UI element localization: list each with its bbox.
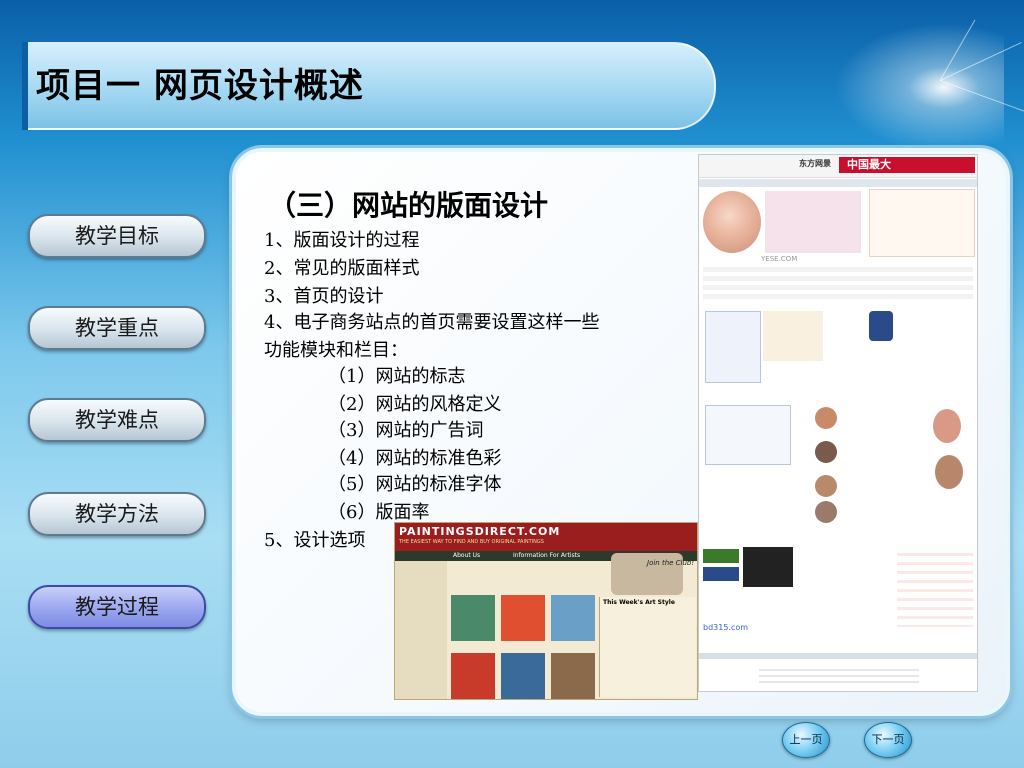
page-title: 项目一 网页设计概述 (36, 66, 364, 106)
content-line: 3、首页的设计 (264, 286, 384, 307)
avatar (933, 409, 961, 443)
nav-teaching-process-button[interactable]: 教学过程 (28, 585, 206, 629)
content-line: （1）网站的标志 (328, 366, 466, 387)
nav-teaching-methods-button[interactable]: 教学方法 (28, 492, 206, 536)
news-list (897, 547, 973, 627)
site-banner: 中国最大 (839, 157, 975, 173)
content-line: （5）网站的标准字体 (328, 474, 502, 495)
menu-about[interactable]: About Us (453, 552, 480, 559)
painting-thumb (551, 595, 595, 641)
site-tagline: THE EASIEST WAY TO FIND AND BUY ORIGINAL… (399, 539, 544, 545)
nav-difficult-points-button[interactable]: 教学难点 (28, 398, 206, 442)
promo-box (765, 191, 861, 253)
login-box (705, 311, 761, 383)
content-line: 1、版面设计的过程 (264, 230, 420, 251)
site-footer-bar (699, 653, 977, 659)
painting-thumb (451, 653, 495, 699)
website-screenshot-left: PAINTINGSDIRECT.COM THE EASIEST WAY TO F… (394, 522, 698, 700)
section-heading: （三）网站的版面设计 (268, 189, 549, 222)
painting-thumb (451, 595, 495, 641)
link-list (703, 267, 973, 303)
photo-thumb (743, 547, 793, 587)
menu-info[interactable]: Information For Artists (513, 552, 580, 559)
site-brand: 东方网景 (799, 159, 831, 168)
content-line: （3）网站的广告词 (328, 420, 484, 441)
painting-thumb (501, 653, 545, 699)
flowers-image (763, 311, 823, 361)
prev-page-button[interactable]: 上一页 (782, 722, 830, 758)
mother-photo (703, 191, 761, 253)
site-logo: PAINTINGSDIRECT.COM (399, 525, 561, 538)
site-header: 东方网景 中国最大 (699, 155, 977, 178)
news-heading: This Week's Art Style (603, 599, 675, 606)
site-header: PAINTINGSDIRECT.COM THE EASIEST WAY TO F… (395, 523, 697, 551)
site-nav (699, 179, 977, 187)
ad-icon (869, 311, 893, 341)
content-line: （2）网站的风格定义 (328, 394, 502, 415)
avatar (815, 441, 837, 463)
content-line: 2、常见的版面样式 (264, 258, 420, 279)
promo-text-box (869, 189, 975, 257)
survey-box (705, 405, 791, 465)
content-line: （4）网站的标准色彩 (328, 448, 502, 469)
content-line: （6）版面率 (328, 502, 430, 523)
painting-thumb (501, 595, 545, 641)
logo-badge (703, 567, 739, 581)
avatar (815, 501, 837, 523)
content-line: 5、设计选项 (264, 530, 366, 551)
logo-badge (703, 549, 739, 563)
footer-url: bd315.com (703, 623, 749, 632)
website-screenshot-right: 东方网景 中国最大 YESE.COM bd315.com (698, 154, 978, 692)
nav-teaching-goals-button[interactable]: 教学目标 (28, 214, 206, 258)
content-line: 4、电子商务站点的首页需要设置这样一些 (264, 312, 600, 333)
avatar (815, 407, 837, 429)
avatar (935, 455, 963, 489)
title-accent (22, 42, 28, 130)
news-column: This Week's Art Style (599, 597, 696, 697)
footer-text (759, 665, 919, 685)
site-sidebar (395, 561, 447, 699)
content-line: 功能模块和栏目： (264, 340, 408, 361)
join-club-text: Join the Club! (647, 559, 695, 567)
nav-key-points-button[interactable]: 教学重点 (28, 306, 206, 350)
avatar (815, 475, 837, 497)
painting-thumb (551, 653, 595, 699)
next-page-button[interactable]: 下一页 (864, 722, 912, 758)
site-url: YESE.COM (761, 255, 798, 263)
